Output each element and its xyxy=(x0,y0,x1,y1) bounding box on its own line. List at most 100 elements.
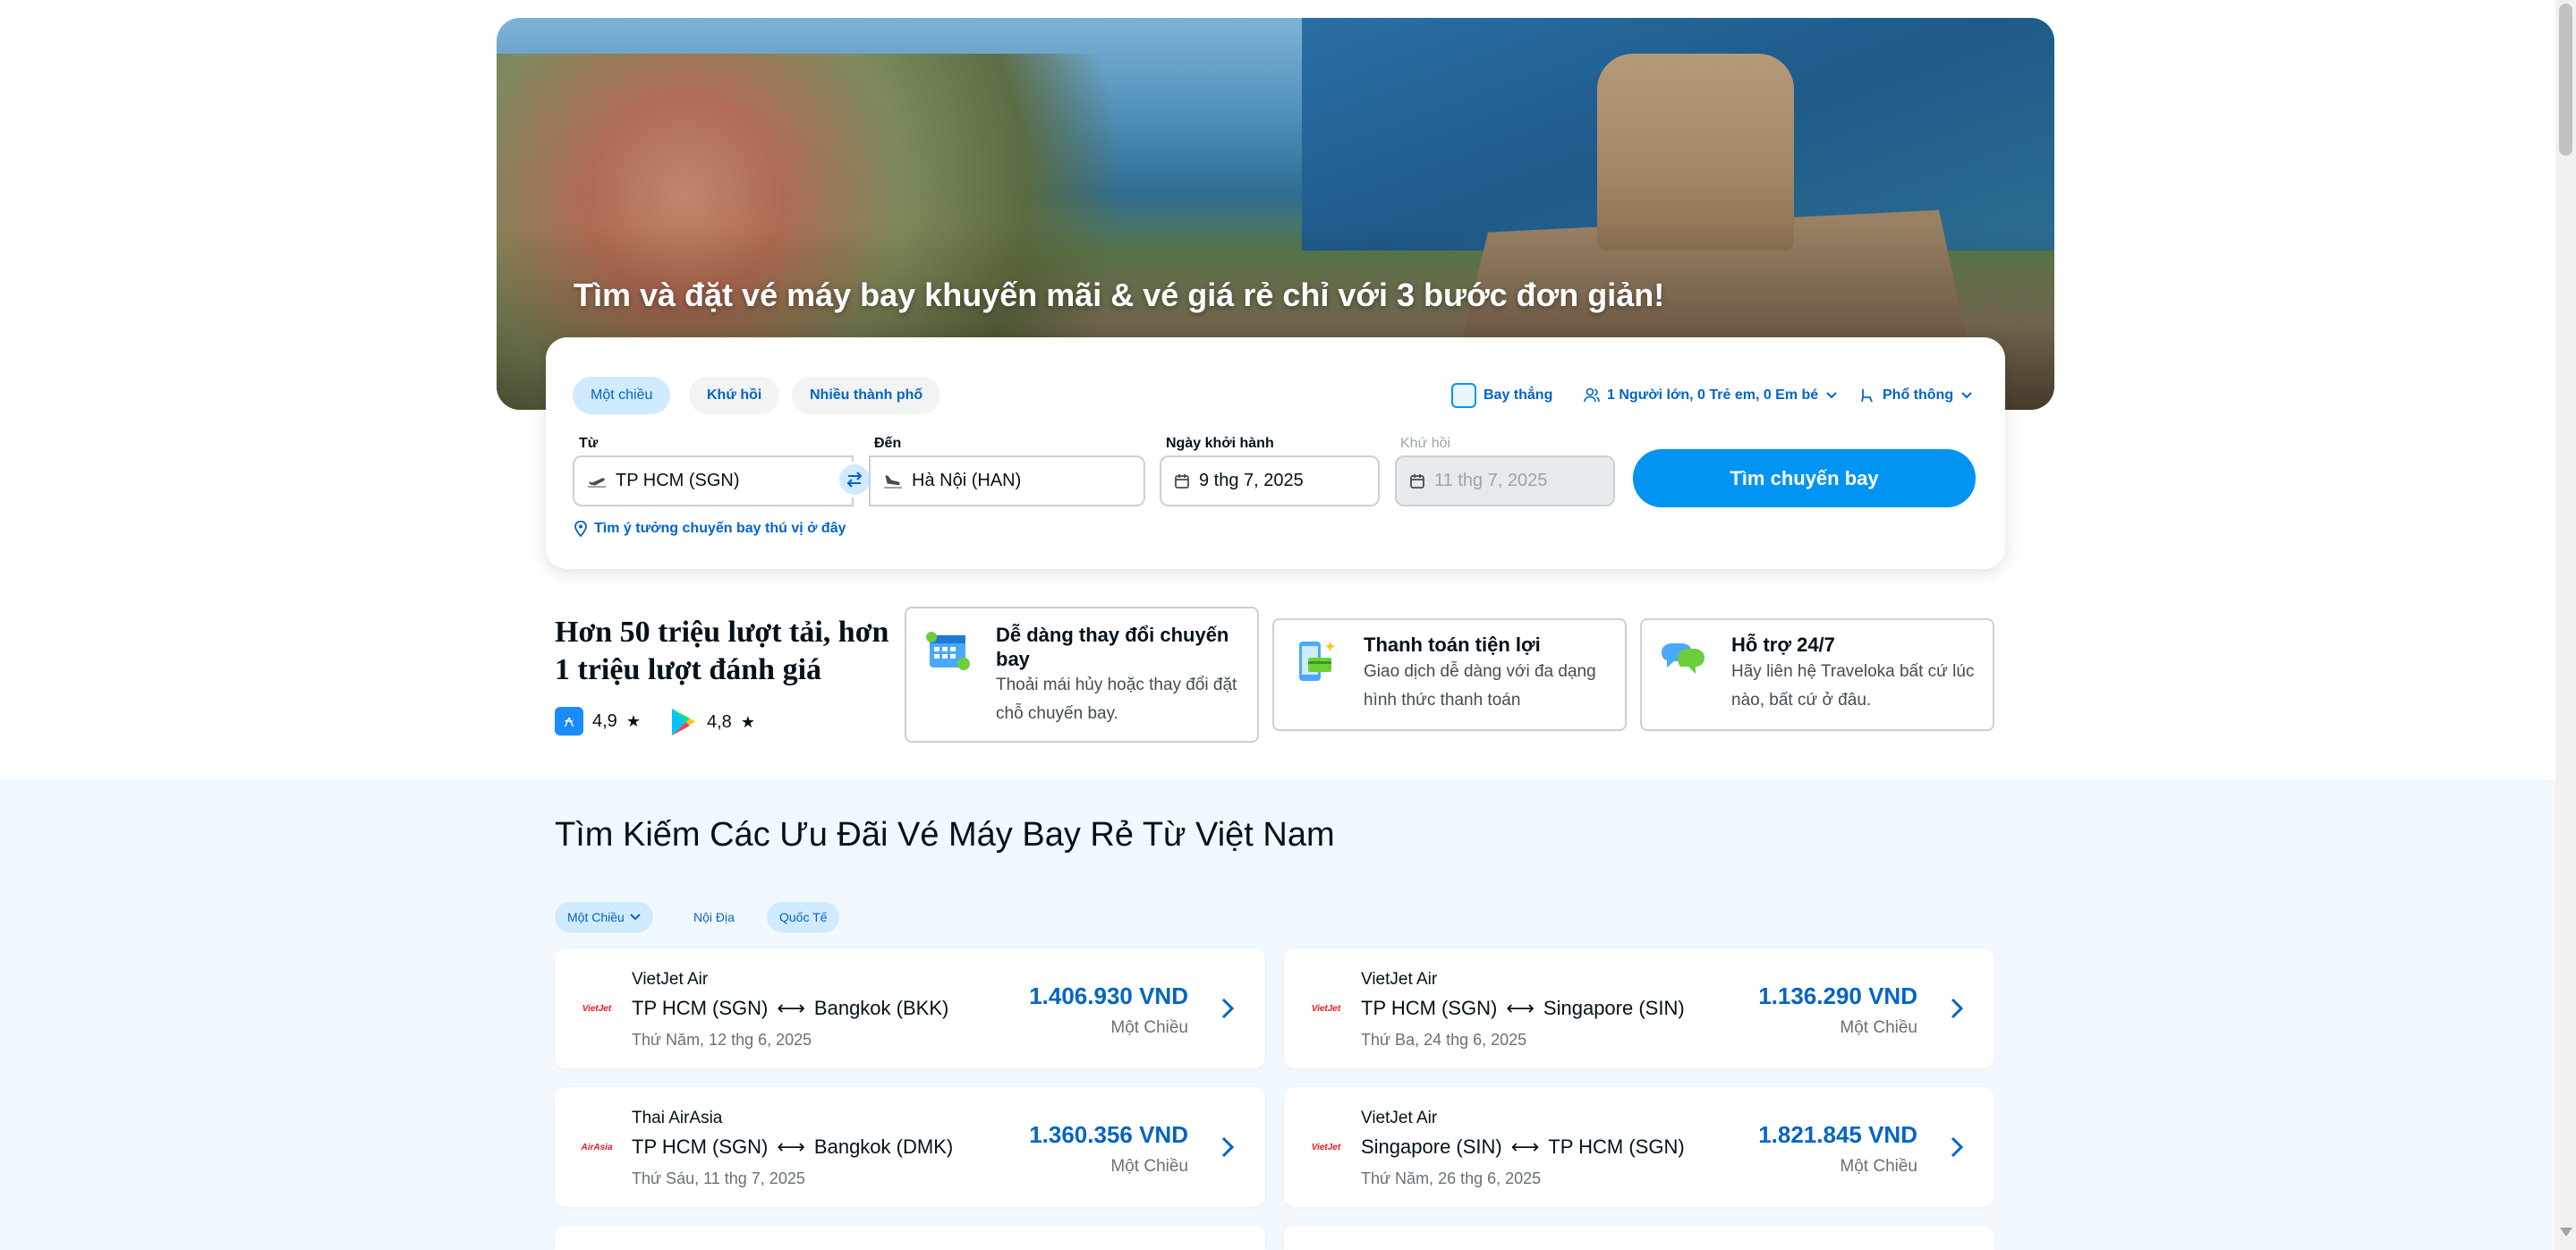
from-field[interactable]: TP HCM (SGN) xyxy=(573,455,854,506)
route: Singapore (SIN) ⟷ TP HCM (SGN) xyxy=(1361,1135,1685,1159)
chevron-down-icon xyxy=(1961,392,1972,399)
feature-desc: Hãy liên hệ Traveloka bất cứ lúc nào, bấ… xyxy=(1731,662,1975,710)
to-field[interactable]: Hà Nội (HAN) xyxy=(869,455,1145,506)
play-store-rating-value: 4,8 xyxy=(707,711,732,732)
depart-value: 9 thg 7, 2025 xyxy=(1199,471,1304,490)
return-date-field[interactable]: 11 thg 7, 2025 xyxy=(1395,455,1615,506)
feature-title: Dễ dàng thay đổi chuyến bay xyxy=(996,624,1229,670)
depart-label: Ngày khởi hành xyxy=(1166,436,1274,451)
feature-card-payment: Thanh toán tiện lợi Giao dịch dễ dàng vớ… xyxy=(1272,618,1627,731)
route-from: TP HCM (SGN) xyxy=(632,997,769,1019)
hero-tower xyxy=(1597,54,1794,251)
to-value: Hà Nội (HAN) xyxy=(912,471,1022,490)
price: 1.821.845 VND xyxy=(1758,1121,1917,1148)
flight-date: Thứ Sáu, 11 thg 7, 2025 xyxy=(632,1169,805,1187)
plane-landing-icon xyxy=(884,475,902,488)
chevron-right-icon xyxy=(1951,1136,1964,1158)
passenger-selector[interactable]: 1 Người lớn, 0 Trẻ em, 0 Em bé xyxy=(1584,382,1838,409)
airline-logo: VietJet xyxy=(1311,1142,1341,1152)
flight-date: Thứ Năm, 12 thg 6, 2025 xyxy=(632,1031,812,1049)
route-from: Singapore (SIN) xyxy=(1361,1135,1502,1158)
route-from: TP HCM (SGN) xyxy=(632,1135,769,1158)
feature-title: Hỗ trợ 24/7 xyxy=(1731,634,1835,656)
calendar-icon xyxy=(926,632,970,670)
flight-ideas-link[interactable]: Tìm ý tưởng chuyến bay thú vị ở đây xyxy=(574,521,846,537)
return-label: Khứ hồi xyxy=(1400,436,1451,451)
route: TP HCM (SGN) ⟷ Bangkok (DMK) xyxy=(632,1135,953,1159)
flight-date: Thứ Năm, 26 thg 6, 2025 xyxy=(1361,1169,1542,1187)
airline-name: VietJet Air xyxy=(1361,1109,1438,1127)
airline-logo: VietJet xyxy=(582,1003,612,1014)
filter-chip-one-way[interactable]: Một Chiều xyxy=(555,902,653,932)
airline-name: VietJet Air xyxy=(632,970,709,989)
star-icon: ★ xyxy=(740,712,755,731)
seat-icon xyxy=(1861,389,1873,403)
trip-type: Một Chiều xyxy=(1110,1018,1188,1037)
airline-name: VietJet Air xyxy=(1361,970,1438,989)
depart-date-field[interactable]: 9 thg 7, 2025 xyxy=(1160,455,1380,506)
feature-desc: Thoải mái hủy hoặc thay đổi đặt chỗ chuy… xyxy=(996,676,1237,723)
route: TP HCM (SGN) ⟷ Singapore (SIN) xyxy=(1361,997,1685,1020)
route-to: Bangkok (BKK) xyxy=(813,997,949,1019)
star-icon: ★ xyxy=(625,711,641,730)
arrow-right-icon: ⟷ xyxy=(1510,1135,1540,1158)
airline-name: Thai AirAsia xyxy=(632,1109,723,1127)
tab-multi-city[interactable]: Nhiều thành phố xyxy=(792,377,941,414)
price: 1.406.930 VND xyxy=(1029,982,1188,1009)
page-scrollbar[interactable] xyxy=(2555,0,2576,1250)
deals-title: Tìm Kiếm Các Ưu Đãi Vé Máy Bay Rẻ Từ Việ… xyxy=(555,816,1335,854)
from-label: Từ xyxy=(579,436,599,451)
flight-search-card: Một chiều Khứ hồi Nhiều thành phố Bay th… xyxy=(546,337,2005,569)
route-to: Bangkok (DMK) xyxy=(813,1135,954,1158)
deal-card[interactable]: AirAsia Thai AirAsia TP HCM (SGN) ⟷ Bang… xyxy=(555,1087,1265,1207)
chat-support-icon xyxy=(1662,643,1705,674)
chip-label: Một Chiều xyxy=(567,910,625,924)
chevron-right-icon xyxy=(1221,1136,1235,1158)
app-store-rating-value: 4,9 xyxy=(592,710,617,731)
route-to: Singapore (SIN) xyxy=(1543,997,1685,1019)
swap-icon xyxy=(846,472,863,488)
direct-flight-checkbox[interactable] xyxy=(1451,383,1476,408)
chevron-down-icon xyxy=(630,914,641,921)
passenger-label: 1 Người lớn, 0 Trẻ em, 0 Em bé xyxy=(1607,387,1819,403)
chevron-right-icon xyxy=(1221,998,1235,1019)
filter-chip-domestic[interactable]: Nội Địa xyxy=(681,902,747,932)
deal-card[interactable] xyxy=(1284,1226,1994,1250)
to-label: Đến xyxy=(874,436,902,451)
tab-one-way[interactable]: Một chiều xyxy=(573,377,671,414)
app-store-icon: ⍲ xyxy=(555,707,583,736)
feature-card-change-flight: Dễ dàng thay đổi chuyến bay Thoải mái hủ… xyxy=(905,607,1259,743)
deal-card[interactable]: VietJet VietJet Air Singapore (SIN) ⟷ TP… xyxy=(1284,1087,1994,1207)
deal-card[interactable] xyxy=(555,1226,1265,1250)
deal-card[interactable]: VietJet VietJet Air TP HCM (SGN) ⟷ Singa… xyxy=(1284,948,1994,1068)
airline-logo: AirAsia xyxy=(581,1142,613,1152)
airline-logo: VietJet xyxy=(1311,1003,1341,1014)
route-from: TP HCM (SGN) xyxy=(1361,997,1498,1019)
return-value: 11 thg 7, 2025 xyxy=(1434,471,1548,490)
play-store-rating[interactable]: 4,8 ★ xyxy=(669,707,755,737)
route-to: TP HCM (SGN) xyxy=(1548,1135,1685,1158)
scrollbar-thumb[interactable] xyxy=(2559,4,2572,156)
trip-type: Một Chiều xyxy=(1840,1157,1917,1176)
calendar-icon xyxy=(1410,473,1424,489)
location-pin-icon xyxy=(574,521,587,537)
arrow-right-icon: ⟷ xyxy=(777,997,805,1019)
trip-type: Một Chiều xyxy=(1840,1018,1917,1037)
payment-icon xyxy=(1299,642,1335,681)
google-play-icon xyxy=(672,709,695,736)
deal-card[interactable]: VietJet VietJet Air TP HCM (SGN) ⟷ Bangk… xyxy=(555,948,1265,1068)
cabin-class-selector[interactable]: Phổ thông xyxy=(1859,382,1973,409)
price: 1.136.290 VND xyxy=(1758,982,1917,1009)
chevron-right-icon xyxy=(1951,998,1964,1019)
search-flights-button[interactable]: Tìm chuyến bay xyxy=(1633,449,1976,507)
swap-button[interactable] xyxy=(837,462,872,497)
filter-chip-international[interactable]: Quốc Tế xyxy=(767,902,840,932)
feature-title: Thanh toán tiện lợi xyxy=(1364,634,1541,656)
direct-flight-option[interactable]: Bay thẳng xyxy=(1451,382,1552,409)
cabin-class-label: Phổ thông xyxy=(1883,387,1954,403)
price: 1.360.356 VND xyxy=(1029,1121,1188,1148)
scroll-down-arrow-icon[interactable] xyxy=(2560,1228,2572,1237)
stats-title: Hơn 50 triệu lượt tải, hơn 1 triệu lượt … xyxy=(555,616,889,686)
app-store-rating[interactable]: ⍲ 4,9 ★ xyxy=(555,707,641,736)
tab-round-trip[interactable]: Khứ hồi xyxy=(689,377,780,414)
